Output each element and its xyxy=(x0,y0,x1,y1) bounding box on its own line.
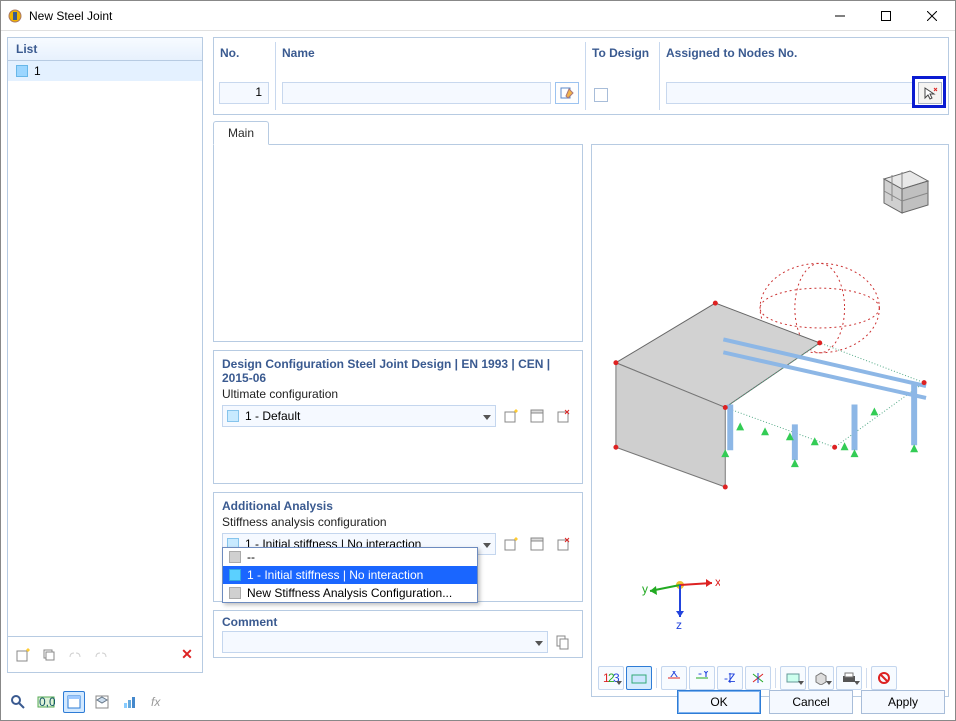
header-fields: No. 1 Name To Design Assigned to Nodes N… xyxy=(213,37,949,115)
option-label: New Stiffness Analysis Configuration... xyxy=(247,586,452,600)
unlink-button xyxy=(90,644,112,666)
name-label: Name xyxy=(282,46,579,60)
svg-text:z: z xyxy=(676,618,682,632)
list-item-chip xyxy=(16,65,28,77)
dropdown-option-blank[interactable]: -- xyxy=(223,548,477,566)
comment-title: Comment xyxy=(214,611,582,631)
dropdown-option-initial-stiffness[interactable]: 1 - Initial stiffness | No interaction xyxy=(223,566,477,584)
option-chip xyxy=(229,569,241,581)
list-item[interactable]: 1 xyxy=(8,61,202,81)
app-icon xyxy=(7,8,23,24)
comment-panel: Comment xyxy=(213,610,583,658)
apply-button[interactable]: Apply xyxy=(861,690,945,714)
dropdown-option-new-config[interactable]: New Stiffness Analysis Configuration... xyxy=(223,584,477,602)
design-config-title: Design Configuration Steel Joint Design … xyxy=(214,351,582,387)
svg-text:-Y: -Y xyxy=(698,671,710,680)
no-input[interactable]: 1 xyxy=(219,82,269,104)
ultimate-config-combo[interactable]: 1 - Default xyxy=(222,405,496,427)
stiffness-new-button[interactable] xyxy=(500,533,522,555)
option-label: -- xyxy=(247,550,255,564)
svg-text:x: x xyxy=(715,575,720,589)
status-layers-button[interactable] xyxy=(91,691,113,713)
design-config-panel: Design Configuration Steel Joint Design … xyxy=(213,350,583,484)
delete-item-button[interactable]: ✕ xyxy=(176,644,198,666)
status-chart-button[interactable] xyxy=(119,691,141,713)
chevron-down-icon xyxy=(483,543,491,548)
option-chip xyxy=(229,587,241,599)
model-viewport-panel: x y z 123 X -Y -Z xyxy=(591,144,949,697)
status-search-button[interactable] xyxy=(7,691,29,713)
vp-show-model-button[interactable] xyxy=(626,666,652,690)
svg-text:-Z: -Z xyxy=(724,671,735,685)
status-function-button: fx xyxy=(147,691,169,713)
vp-axis-x-button[interactable]: X xyxy=(661,666,687,690)
list-panel: List 1 xyxy=(7,37,203,673)
additional-analysis-panel: Additional Analysis Stiffness analysis c… xyxy=(213,492,583,602)
window-title: New Steel Joint xyxy=(29,9,817,23)
config-delete-button[interactable] xyxy=(552,405,574,427)
maximize-button[interactable] xyxy=(863,1,909,31)
chevron-down-icon xyxy=(483,415,491,420)
chevron-down-icon xyxy=(535,641,543,646)
ultimate-config-label: Ultimate configuration xyxy=(214,387,582,405)
name-input[interactable] xyxy=(282,82,551,104)
no-label: No. xyxy=(220,46,269,60)
stiffness-delete-button[interactable] xyxy=(552,533,574,555)
titlebar: New Steel Joint xyxy=(1,1,955,31)
svg-text:fx: fx xyxy=(151,695,161,709)
cancel-button[interactable]: Cancel xyxy=(769,690,853,714)
vp-display-mode-button[interactable] xyxy=(780,666,806,690)
assigned-label: Assigned to Nodes No. xyxy=(666,46,942,60)
list-header: List xyxy=(8,38,202,61)
to-design-label: To Design xyxy=(592,46,653,60)
close-button[interactable] xyxy=(909,1,955,31)
to-design-checkbox[interactable] xyxy=(594,88,608,102)
svg-text:0,00: 0,00 xyxy=(39,695,55,709)
stiffness-library-button[interactable] xyxy=(526,533,548,555)
status-units-button[interactable]: 0,00 xyxy=(35,691,57,713)
svg-text:y: y xyxy=(642,582,648,596)
list-item-label: 1 xyxy=(34,64,41,78)
stiffness-config-dropdown: -- 1 - Initial stiffness | No interactio… xyxy=(222,547,478,603)
option-chip xyxy=(229,551,241,563)
viewport-toolbar: 123 X -Y -Z xyxy=(596,664,944,692)
pick-nodes-button[interactable] xyxy=(918,82,942,104)
vp-view-cube-button[interactable] xyxy=(808,666,834,690)
edit-icon xyxy=(560,86,574,100)
new-item-button[interactable] xyxy=(12,644,34,666)
preview-panel-empty xyxy=(213,144,583,342)
config-library-button[interactable] xyxy=(526,405,548,427)
vp-print-button[interactable] xyxy=(836,666,862,690)
view-cube[interactable] xyxy=(872,161,932,224)
option-label: 1 - Initial stiffness | No interaction xyxy=(247,568,423,582)
name-edit-button[interactable] xyxy=(555,82,579,104)
minimize-button[interactable] xyxy=(817,1,863,31)
status-toolbar: 0,00 fx xyxy=(7,690,169,714)
additional-analysis-title: Additional Analysis xyxy=(214,493,582,515)
status-grid-button[interactable] xyxy=(63,691,85,713)
assigned-input[interactable] xyxy=(666,82,914,104)
combo-chip xyxy=(227,410,239,422)
copy-item-button[interactable] xyxy=(38,644,60,666)
vp-reset-view-button[interactable] xyxy=(871,666,897,690)
pick-cursor-icon xyxy=(922,85,938,101)
model-viewport[interactable]: x y z xyxy=(596,149,944,656)
vp-axis-z-button[interactable]: -Z xyxy=(717,666,743,690)
delete-icon: ✕ xyxy=(181,646,193,663)
tab-bar: Main xyxy=(213,121,949,145)
ok-button[interactable]: OK xyxy=(677,690,761,714)
config-new-button[interactable] xyxy=(500,405,522,427)
stiffness-config-label: Stiffness analysis configuration xyxy=(214,515,582,533)
ultimate-config-value: 1 - Default xyxy=(245,409,300,423)
axes-triad: x y z xyxy=(640,553,720,636)
comment-combo[interactable] xyxy=(222,631,548,653)
vp-axes-combo-button[interactable] xyxy=(745,666,771,690)
comment-edit-button[interactable] xyxy=(552,631,574,653)
link-button xyxy=(64,644,86,666)
vp-axis-y-button[interactable]: -Y xyxy=(689,666,715,690)
svg-text:X: X xyxy=(670,671,678,680)
vp-numbering-button[interactable]: 123 xyxy=(598,666,624,690)
tab-main[interactable]: Main xyxy=(213,121,269,145)
